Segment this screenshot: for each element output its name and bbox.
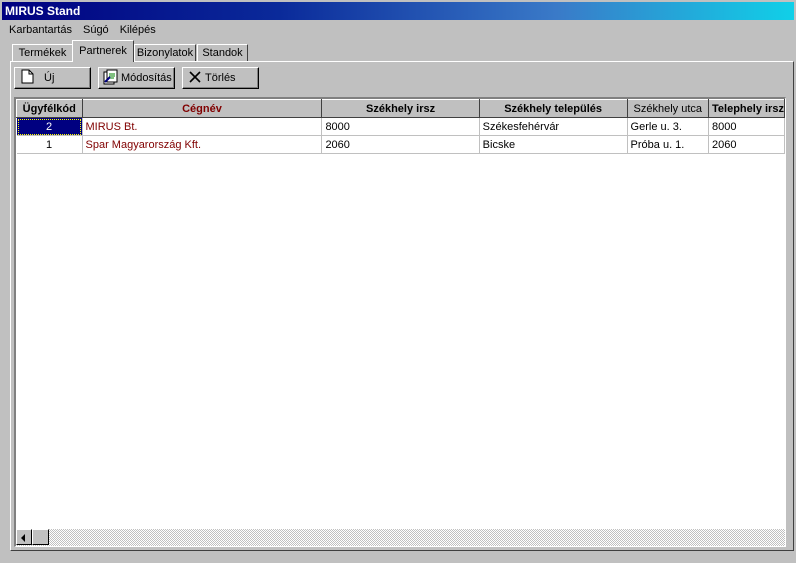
column-header-ugyfelkod[interactable]: Ügyfélkód — [16, 99, 83, 118]
tab-partnerek[interactable]: Partnerek — [72, 40, 134, 62]
cell-szekhely-telepules[interactable]: Bicske — [479, 135, 628, 154]
delete-button-label: Törlés — [205, 72, 236, 84]
cell-cegnev[interactable]: Spar Magyarország Kft. — [82, 135, 323, 154]
cell-ugyfelkod[interactable]: 1 — [16, 135, 83, 154]
new-button[interactable]: Új — [14, 67, 91, 89]
edit-button[interactable]: Módosítás — [98, 67, 175, 89]
edit-document-icon — [103, 69, 119, 88]
column-header-cegnev[interactable]: Cégnév — [81, 99, 323, 118]
cell-szekhely-telepules[interactable]: Székesfehérvár — [479, 117, 628, 136]
column-header-szekhely-telepules[interactable]: Székhely település — [478, 99, 628, 118]
cell-ugyfelkod[interactable]: 2 — [16, 117, 83, 136]
header-row: Ügyfélkód Cégnév Székhely irsz Székhely … — [16, 99, 785, 118]
title-bar[interactable]: MIRUS Stand — [2, 2, 794, 20]
table-row[interactable]: 1 Spar Magyarország Kft. 2060 Bicske Pró… — [16, 135, 785, 154]
cell-telephely-irsz[interactable]: 2060 — [708, 135, 785, 154]
tab-bizonylatok[interactable]: Bizonylatok — [134, 44, 196, 61]
column-header-telephely-irsz[interactable]: Telephely irsz — [708, 99, 785, 118]
menu-sugo[interactable]: Súgó — [76, 21, 113, 39]
horizontal-scrollbar[interactable] — [16, 529, 785, 546]
partners-table: Ügyfélkód Cégnév Székhely irsz Székhely … — [16, 99, 785, 154]
scroll-thumb[interactable] — [32, 529, 49, 545]
cell-szekhely-irsz[interactable]: 2060 — [321, 135, 480, 154]
menu-kilepes[interactable]: Kilépés — [113, 21, 160, 39]
delete-x-icon — [189, 70, 201, 86]
cell-szekhely-irsz[interactable]: 8000 — [321, 117, 480, 136]
menu-karbantartas[interactable]: Karbantartás — [2, 21, 76, 39]
new-document-icon — [21, 69, 34, 87]
cell-szekhely-utca[interactable]: Gerle u. 3. — [627, 117, 710, 136]
app-window: MIRUS Stand Karbantartás Súgó Kilépés Te… — [0, 0, 796, 563]
window-title: MIRUS Stand — [5, 4, 81, 18]
scroll-left-button[interactable] — [16, 529, 32, 545]
delete-button[interactable]: Törlés — [182, 67, 259, 89]
cell-szekhely-utca[interactable]: Próba u. 1. — [627, 135, 710, 154]
table-row[interactable]: 2 MIRUS Bt. 8000 Székesfehérvár Gerle u.… — [16, 117, 785, 136]
cell-telephely-irsz[interactable]: 8000 — [708, 117, 785, 136]
new-button-label: Új — [44, 72, 55, 84]
menu-bar: Karbantartás Súgó Kilépés — [2, 21, 160, 39]
cell-cegnev[interactable]: MIRUS Bt. — [82, 117, 323, 136]
edit-button-label: Módosítás — [121, 72, 172, 84]
partners-grid[interactable]: Ügyfélkód Cégnév Székhely irsz Székhely … — [14, 97, 786, 547]
tab-termekek[interactable]: Termékek — [12, 44, 73, 61]
column-header-szekhely-utca[interactable]: Székhely utca — [626, 99, 710, 118]
column-header-szekhely-irsz[interactable]: Székhely irsz — [321, 99, 480, 118]
arrow-left-icon — [21, 534, 25, 542]
tab-standok[interactable]: Standok — [197, 44, 248, 61]
